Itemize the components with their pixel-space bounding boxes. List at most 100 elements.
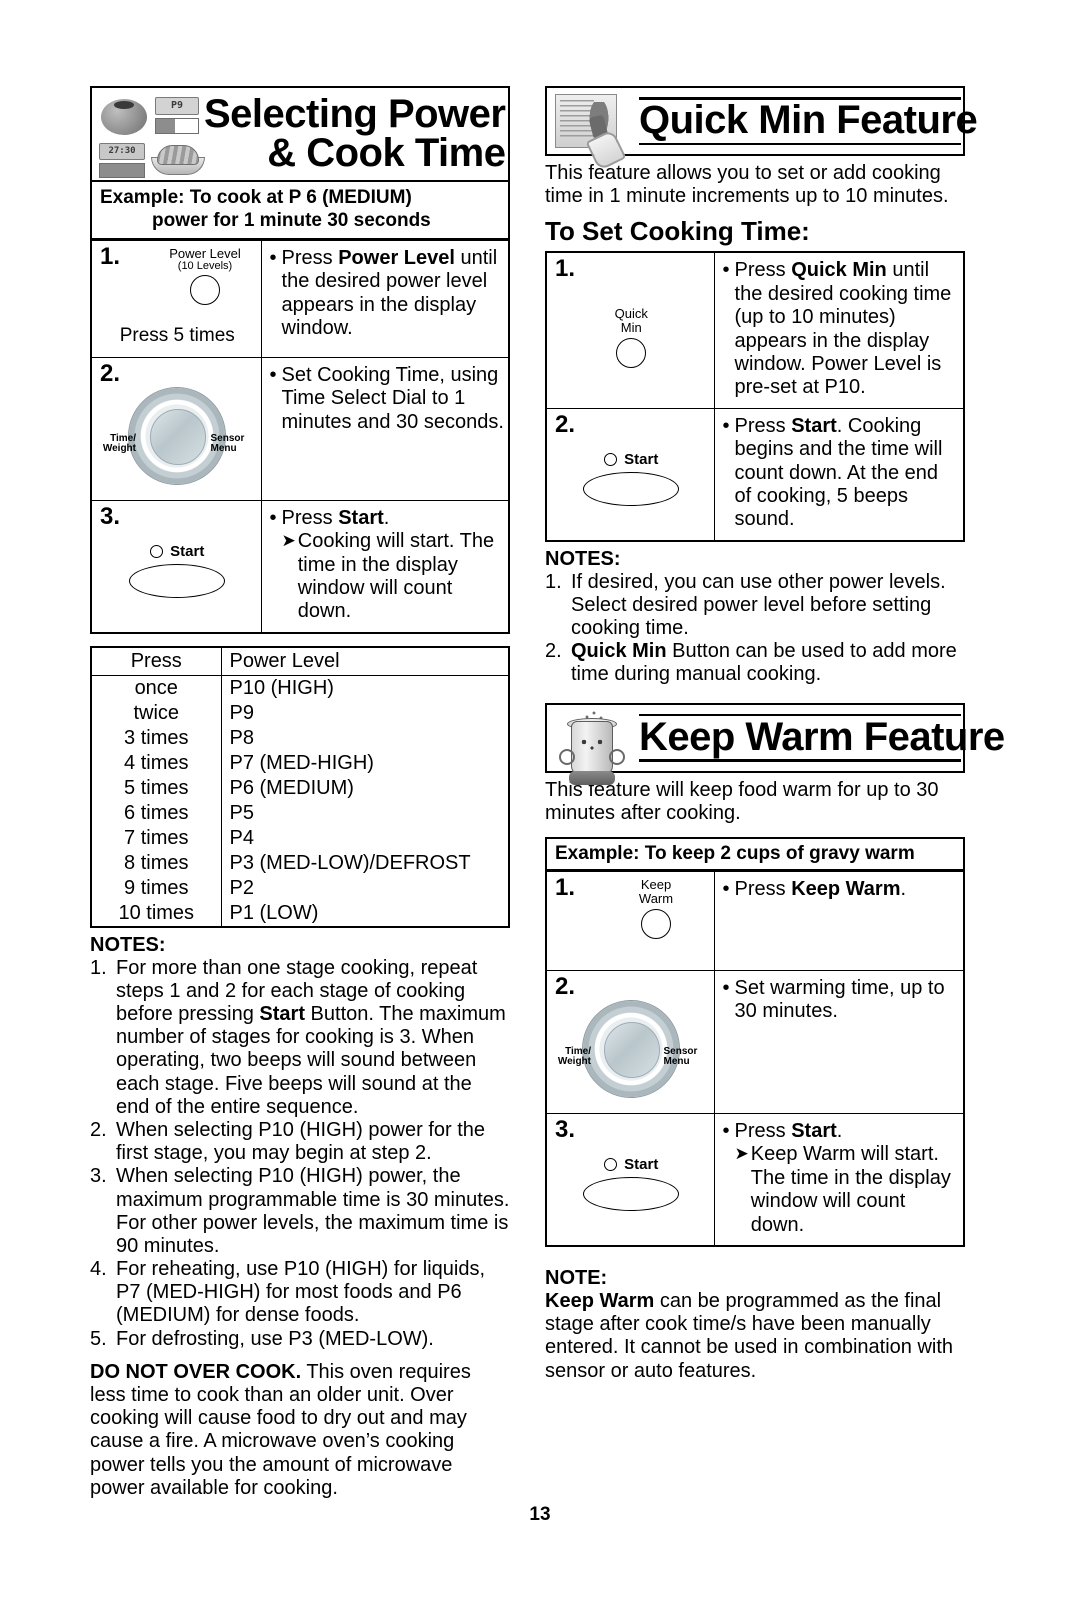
quick-min-notes-heading: NOTES: <box>545 547 621 570</box>
bullet-icon: • <box>722 414 730 437</box>
step-2-text-cell: • Set Cooking Time, using Time Select Di… <box>260 356 510 501</box>
keep-warm-note-bold: Keep Warm <box>545 1289 655 1312</box>
cook-example-line2: power for 1 minute 30 seconds <box>152 210 431 232</box>
step-1-control-cell: 1. Power Level (10 Levels) Press 5 times <box>90 239 262 358</box>
left-column: P9 27:30 Selecting Power & Cook Time Exa… <box>90 86 510 1500</box>
note-number: 1. <box>90 956 107 979</box>
table-row: 1. Keep Warm • Press Keep Warm. <box>545 870 965 971</box>
note-number: 2. <box>545 640 562 663</box>
keep-warm-button-label-line1: Keep <box>640 876 672 892</box>
kw-step-3-number: 3. <box>555 1115 576 1143</box>
table-row: once P10 (HIGH) <box>90 675 510 701</box>
qm-step-1-number: 1. <box>555 255 576 283</box>
kw-step-2-instruction: Set warming time, up to 30 minutes. <box>734 976 945 1023</box>
power-table-level-cell: P2 <box>220 875 510 901</box>
kw-step-3-control-cell: 3. Start <box>545 1112 715 1247</box>
arrow-icon: ➤ <box>734 1144 749 1164</box>
keep-warm-button-label-line2: Warm <box>638 890 674 906</box>
qm-step-2-text-cell: • Press Start. Cooking begins and the ti… <box>713 407 965 542</box>
step-1-instruction: Press Power Level until the desired powe… <box>281 246 498 339</box>
keep-warm-step-table: 1. Keep Warm • Press Keep Warm. 2. Time/… <box>545 870 965 1247</box>
bullet-icon: • <box>722 877 730 900</box>
quick-min-button-label-line2: Min <box>620 320 642 336</box>
step-1-press-times: Press 5 times <box>119 324 235 346</box>
kw-step-2-number: 2. <box>555 972 576 1000</box>
power-table-press-cell: 4 times <box>90 750 222 776</box>
note-text: When selecting P10 (HIGH) power for the … <box>116 1118 486 1165</box>
bullet-icon: • <box>269 506 277 529</box>
start-indicator-icon <box>604 1157 618 1171</box>
pot-legs-icon <box>569 770 615 785</box>
start-button-label: Start <box>624 1155 659 1173</box>
table-row: 4 times P7 (MED-HIGH) <box>90 750 510 776</box>
note-item: 2. Quick Min Button can be used to add mo… <box>545 640 965 686</box>
page-number: 13 <box>529 1504 551 1525</box>
banner-title-line2: & Cook Time <box>267 131 506 175</box>
table-row: 3. Start • Press Start. <box>545 1112 965 1247</box>
keep-warm-note-body: Keep Warm can be programmed as the final… <box>545 1290 965 1383</box>
power-level-button[interactable]: Power Level (10 Levels) <box>150 246 260 306</box>
step-3-instruction: Press Start. <box>281 506 390 529</box>
keep-warm-banner: Keep Warm Feature <box>545 702 1005 785</box>
table-row: twice P9 <box>90 700 510 726</box>
power-table-press-cell: 8 times <box>90 850 222 876</box>
bullet-icon: • <box>269 246 277 269</box>
note-text: For more than one stage cooking, repeat … <box>116 956 506 1118</box>
start-button-oval-icon[interactable] <box>129 563 226 598</box>
left-notes-list: 1. For more than one stage cooking, repea… <box>90 957 510 1351</box>
note-item: 1. If desired, you can use other power le… <box>545 571 965 641</box>
keep-warm-title-text: Keep Warm Feature <box>639 715 1005 760</box>
power-table-level-cell: P9 <box>220 700 510 726</box>
power-table-header-press: Press <box>90 646 222 676</box>
start-button[interactable]: Start <box>100 529 255 598</box>
table-row: 2. Time/Weight Sensor Menu <box>545 969 965 1114</box>
start-button-label: Start <box>624 450 659 468</box>
keep-warm-banner-art <box>547 704 639 785</box>
start-button[interactable]: Start <box>555 1142 708 1211</box>
table-header-row: Press Power Level <box>90 646 510 676</box>
qm-step-1-instruction: Press Quick Min until the desired cookin… <box>734 259 952 399</box>
table-row: 3. Start • Press Start. <box>90 499 510 634</box>
note-item: 2. When selecting P10 (HIGH) power for th… <box>90 1119 510 1165</box>
kw-step-3-text-cell: • Press Start. ➤ Keep Warm will start. T… <box>713 1112 965 1247</box>
selecting-power-banner-art: P9 27:30 <box>92 88 205 180</box>
power-table-press-cell: 10 times <box>90 900 222 927</box>
qm-step-1-control-cell: 1. Quick Min <box>545 251 715 409</box>
power-table-press-cell: 6 times <box>90 800 222 826</box>
start-button-oval-icon[interactable] <box>583 471 680 506</box>
note-text: For reheating, use P10 (HIGH) for liquid… <box>116 1258 486 1327</box>
power-table-press-cell: once <box>90 675 222 701</box>
kw-step-1-text-cell: • Press Keep Warm. <box>713 870 965 971</box>
quick-min-button-circle-icon[interactable] <box>616 338 647 369</box>
pot-arm-left-icon <box>559 748 575 765</box>
table-row: 10 times P1 (LOW) <box>90 900 510 927</box>
qm-step-1-text-cell: • Press Quick Min until the desired cook… <box>713 251 965 409</box>
note-number: 5. <box>90 1327 107 1350</box>
time-select-dial[interactable]: Time/Weight Sensor Menu <box>100 387 255 492</box>
keep-warm-button-circle-icon[interactable] <box>641 908 671 939</box>
banner-title-line1: Selecting Power <box>204 91 506 136</box>
quick-min-intro: This feature allows you to set or add co… <box>545 162 949 208</box>
start-button[interactable]: Start <box>555 437 708 506</box>
time-select-dial[interactable]: Time/Weight Sensor Menu <box>555 1000 708 1105</box>
quick-min-notes-list: 1. If desired, you can use other power le… <box>545 571 965 687</box>
time-display-icon: 27:30 <box>99 143 145 160</box>
power-level-button-circle-icon[interactable] <box>190 275 220 306</box>
power-level-table: Press Power Level once P10 (HIGH) twice P9 3… <box>90 645 510 928</box>
selecting-power-banner: P9 27:30 Selecting Power & Cook Time <box>90 86 510 182</box>
arrow-icon: ➤ <box>281 531 296 551</box>
table-row: 2. Time/Weight Sensor Menu <box>90 356 510 501</box>
start-button-oval-icon[interactable] <box>583 1176 680 1211</box>
power-table-press-cell: 7 times <box>90 825 222 851</box>
step-3-result: Cooking will start. The time in the disp… <box>297 530 495 623</box>
quick-min-button[interactable]: Quick Min <box>555 281 708 369</box>
keep-warm-button[interactable]: Keep Warm <box>601 878 711 939</box>
banner-rule-top <box>639 713 961 717</box>
step-1-text-cell: • Press Power Level until the desired po… <box>260 239 510 358</box>
power-table-body: once P10 (HIGH) twice P9 3 times P8 4 times P7 … <box>90 675 510 927</box>
power-level-button-label-line2: (10 Levels) <box>177 259 233 272</box>
power-table-level-cell: P1 (LOW) <box>220 900 510 927</box>
dial-label-left: Time/Weight <box>102 432 136 455</box>
kw-step-2-control-cell: 2. Time/Weight Sensor Menu <box>545 969 715 1114</box>
banner-rule-top <box>639 97 961 100</box>
